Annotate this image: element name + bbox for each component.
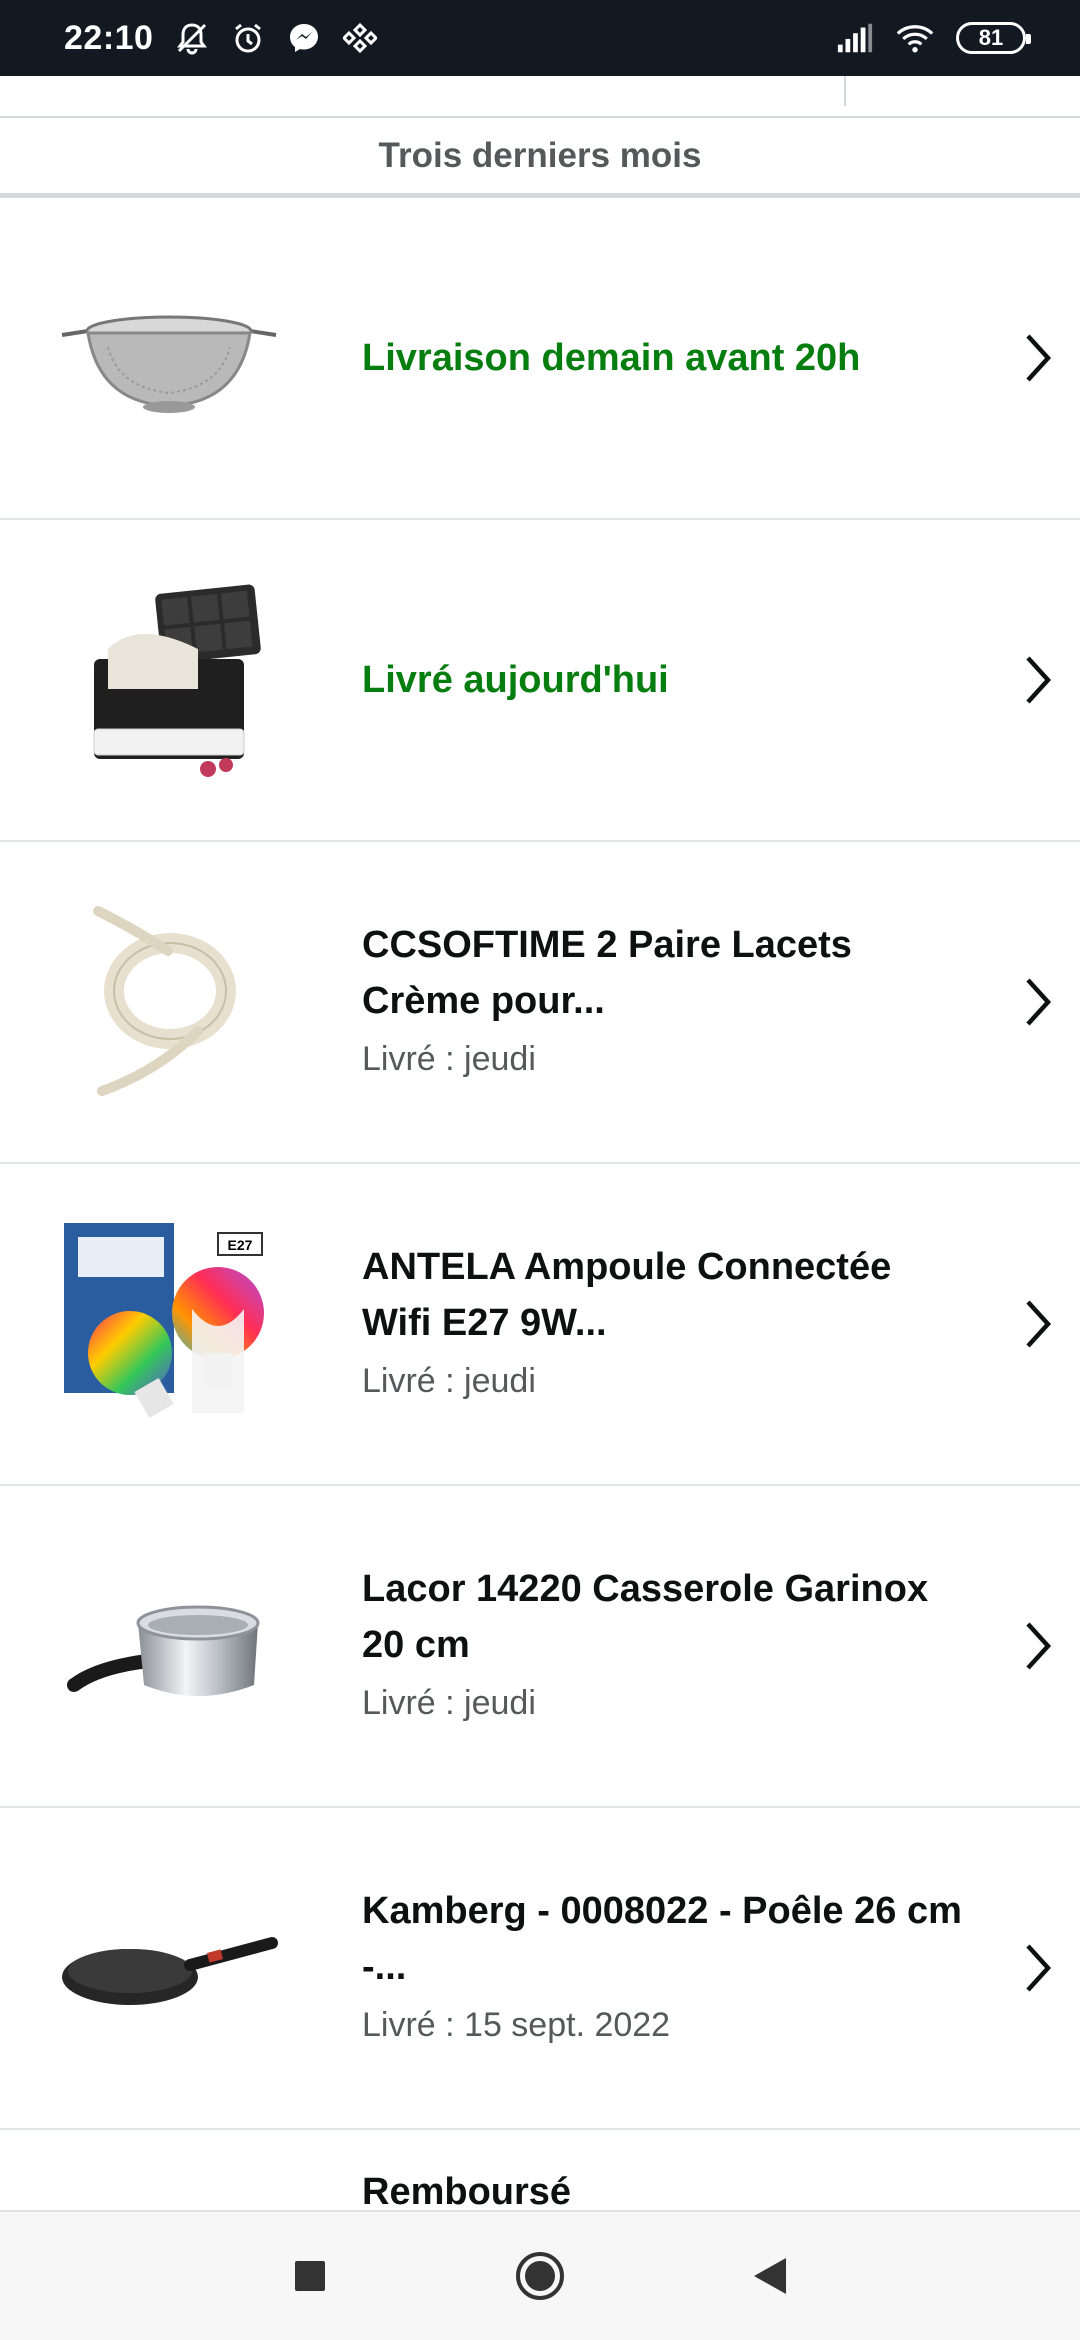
chevron-right-icon [1026, 656, 1052, 704]
product-image-ice-tray [58, 569, 280, 791]
battery-level: 81 [978, 25, 1004, 50]
order-title: ANTELA Ampoule Connectée Wifi E27 9W... [362, 1246, 892, 1344]
sliver-divider [844, 76, 846, 106]
svg-text:E27: E27 [228, 1237, 253, 1253]
chevron-right-icon [1026, 1300, 1052, 1348]
order-status: Livré : jeudi [362, 1040, 536, 1078]
home-circle-icon[interactable] [510, 2246, 570, 2306]
order-text: Livré aujourd'hui [362, 652, 970, 708]
signal-icon [836, 19, 874, 57]
product-image-saucepan [58, 1535, 280, 1757]
status-left: 22:10 [64, 19, 379, 58]
time-filter-header[interactable]: Trois derniers mois [0, 118, 1080, 198]
back-triangle-icon[interactable] [740, 2246, 800, 2306]
alarm-icon [229, 19, 267, 57]
order-text: Lacor 14220 Casserole Garinox 20 cm Livr… [362, 1561, 970, 1731]
order-text: CCSOFTIME 2 Paire Lacets Crème pour... L… [362, 917, 970, 1087]
battery-indicator: 81 [956, 22, 1031, 54]
order-title: Livraison demain avant 20h [362, 337, 861, 379]
order-status: Livré : jeudi [362, 1684, 536, 1722]
product-image-bulbs: E27 [58, 1213, 280, 1435]
messenger-icon [285, 19, 323, 57]
order-row[interactable]: Livraison demain avant 20h [0, 198, 1080, 520]
binance-icon [341, 19, 379, 57]
chevron-right-icon [1026, 1944, 1052, 1992]
notification-icons [173, 19, 379, 57]
status-bar: 22:10 81 [0, 0, 1080, 76]
status-time: 22:10 [64, 18, 154, 57]
order-title: Lacor 14220 Casserole Garinox 20 cm [362, 1568, 929, 1666]
order-status: Livré : 15 sept. 2022 [362, 2006, 671, 2044]
chevron-right-icon [1026, 334, 1052, 382]
time-filter-label: Trois derniers mois [378, 135, 702, 175]
chevron-right-icon [1026, 978, 1052, 1026]
order-title: Livré aujourd'hui [362, 659, 669, 701]
order-row[interactable]: CCSOFTIME 2 Paire Lacets Crème pour... L… [0, 842, 1080, 1164]
order-text: ANTELA Ampoule Connectée Wifi E27 9W... … [362, 1239, 970, 1409]
order-title: Kamberg - 0008022 - Poêle 26 cm -... [362, 1890, 962, 1988]
order-row[interactable]: Kamberg - 0008022 - Poêle 26 cm -... Liv… [0, 1808, 1080, 2130]
recents-square-icon[interactable] [280, 2246, 340, 2306]
product-image-laces [58, 891, 280, 1113]
order-row[interactable]: Lacor 14220 Casserole Garinox 20 cm Livr… [0, 1486, 1080, 1808]
order-status: Livré : jeudi [362, 1362, 536, 1400]
chevron-right-icon [1026, 1622, 1052, 1670]
wifi-icon [896, 19, 934, 57]
bell-off-icon [173, 19, 211, 57]
status-right: 81 [836, 19, 1031, 57]
order-row[interactable]: E27 ANTELA Ampoule Connectée Wifi E27 9W… [0, 1164, 1080, 1486]
order-text: Kamberg - 0008022 - Poêle 26 cm -... Liv… [362, 1883, 970, 2053]
order-list: Livraison demain avant 20h Livré aujourd… [0, 198, 1080, 2250]
order-title: CCSOFTIME 2 Paire Lacets Crème pour... [362, 924, 852, 1022]
product-image-frying-pan [58, 1857, 280, 2079]
order-text: Livraison demain avant 20h [362, 330, 970, 386]
previous-section-edge [0, 76, 1080, 118]
product-image-colander [58, 247, 280, 469]
order-row[interactable]: Livré aujourd'hui [0, 520, 1080, 842]
system-navigation-bar [0, 2210, 1080, 2340]
